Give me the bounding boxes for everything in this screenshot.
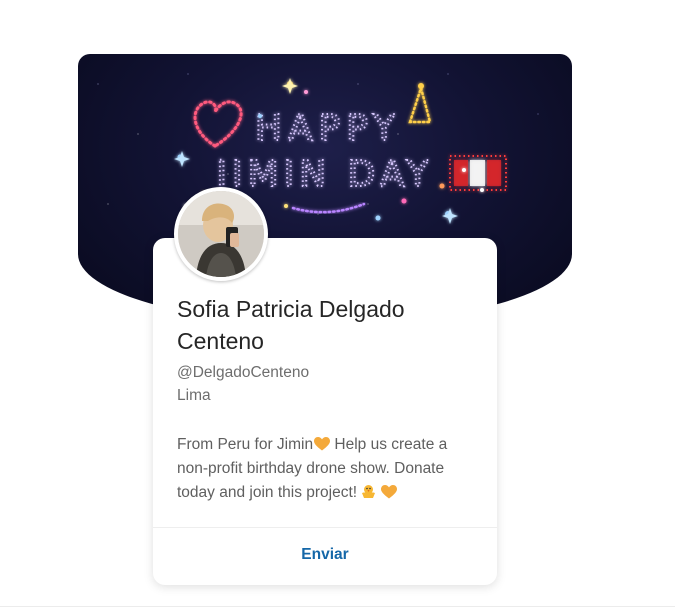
profile-bio: From Peru for Jimin Help us create a non… [177, 433, 482, 505]
heart-icon [381, 485, 398, 499]
profile-name: Sofia Patricia Delgado Centeno [177, 296, 405, 354]
banner-line1: HAPPY [255, 108, 401, 149]
card-divider [153, 527, 497, 528]
bio-text-1: From Peru for Jimin [177, 436, 314, 453]
heart-icon [314, 437, 331, 451]
party-hat-icon [408, 83, 432, 124]
profile-card [153, 238, 497, 585]
banner-line2: JIMIN DAY [214, 154, 433, 195]
dotted-heart-icon [193, 100, 243, 148]
avatar[interactable] [174, 187, 268, 281]
page-divider [0, 606, 675, 607]
chick-icon [362, 485, 376, 498]
avatar-photo [178, 191, 264, 277]
profile-handle: @DelgadoCenteno [177, 364, 310, 381]
peru-flag-icon [449, 155, 507, 191]
send-button[interactable]: Enviar [153, 546, 497, 570]
profile-location: Lima [177, 387, 211, 404]
